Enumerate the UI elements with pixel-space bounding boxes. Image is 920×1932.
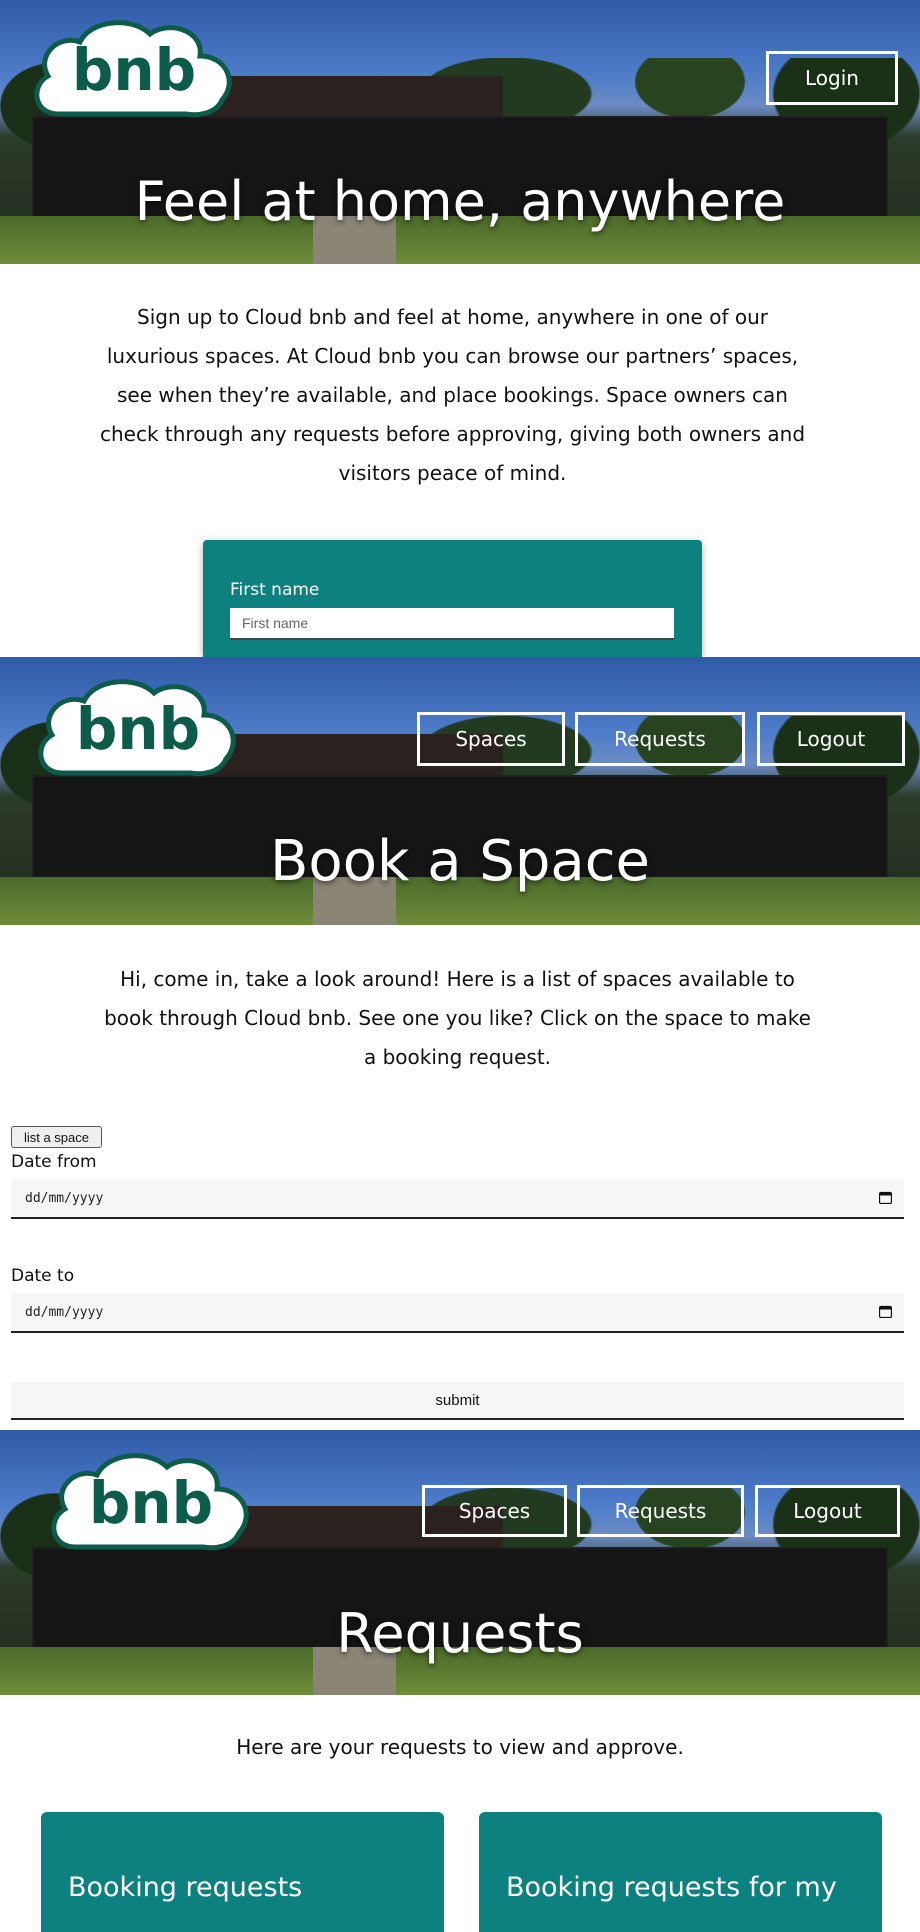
nav-requests-button[interactable]: Requests (577, 1485, 744, 1537)
first-name-input[interactable]: First name (230, 608, 674, 640)
nav-requests-button[interactable]: Requests (575, 712, 745, 766)
nav-logout-button[interactable]: Logout (755, 1485, 900, 1537)
requests-intro-text: Here are your requests to view and appro… (236, 1735, 684, 1759)
home-hero: bnb Login Feel at home, anywhere (0, 0, 920, 264)
booking-requests-for-my-title: Booking requests for my (506, 1872, 837, 1903)
date-to-value: dd/mm/yyyy (25, 1304, 104, 1320)
booking-requests-for-my-spaces-card[interactable]: Booking requests for my (479, 1812, 882, 1932)
date-to-label: Date to (11, 1266, 75, 1286)
bnb-cloud-logo[interactable]: bnb (28, 16, 240, 128)
calendar-icon[interactable] (879, 1305, 892, 1318)
logo-text: bnb (72, 36, 196, 104)
logo-text: bnb (89, 1469, 213, 1537)
spaces-hero-title: Book a Space (270, 829, 650, 894)
bnb-cloud-logo[interactable]: bnb (45, 1449, 257, 1561)
requests-hero-title: Requests (336, 1602, 584, 1665)
booking-requests-card[interactable]: Booking requests (41, 1812, 444, 1932)
login-button[interactable]: Login (766, 51, 898, 105)
bnb-cloud-logo[interactable]: bnb (32, 675, 244, 787)
list-a-space-button[interactable]: list a space (11, 1126, 102, 1148)
date-to-input[interactable]: dd/mm/yyyy (11, 1293, 904, 1333)
calendar-icon[interactable] (879, 1191, 892, 1204)
nav-logout-button[interactable]: Logout (757, 712, 905, 766)
home-page: bnb Login Feel at home, anywhere Sign up… (0, 0, 920, 657)
requests-hero: bnb Spaces Requests Logout Requests (0, 1430, 920, 1695)
date-from-label: Date from (11, 1152, 97, 1172)
home-hero-title: Feel at home, anywhere (134, 170, 786, 233)
date-from-value: dd/mm/yyyy (25, 1190, 104, 1206)
logo-text: bnb (76, 695, 200, 763)
spaces-intro-text: Hi, come in, take a look around! Here is… (104, 967, 811, 1069)
nav-spaces-button[interactable]: Spaces (422, 1485, 567, 1537)
nav-spaces-button[interactable]: Spaces (417, 712, 565, 766)
date-from-input[interactable]: dd/mm/yyyy (11, 1179, 904, 1219)
submit-button[interactable]: submit (11, 1382, 904, 1420)
home-intro-text: Sign up to Cloud bnb and feel at home, a… (99, 305, 806, 485)
booking-requests-title: Booking requests (68, 1872, 303, 1903)
first-name-label: First name (230, 580, 320, 600)
signup-form: First name First name (203, 540, 702, 657)
spaces-hero: bnb Spaces Requests Logout Book a Space (0, 657, 920, 925)
